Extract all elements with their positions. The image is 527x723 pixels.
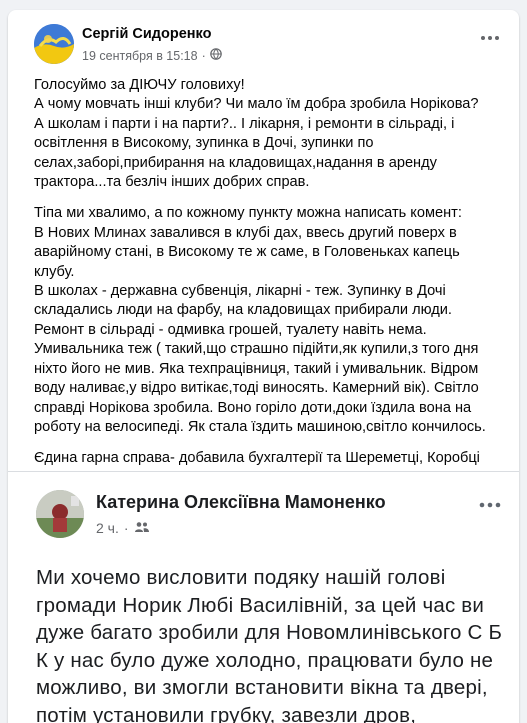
shared-post-text: Ми хочемо висловити подяку нашій голові … xyxy=(36,566,503,723)
post-timestamp[interactable]: 19 сентября в 15:18 xyxy=(82,49,198,63)
shared-screenshot[interactable]: Катерина Олексіївна Мамоненко 2 ч. · Ми … xyxy=(8,471,519,723)
shared-more-button xyxy=(479,492,501,510)
more-dots-icon xyxy=(480,24,500,46)
shared-author-name: Катерина Олексіївна Мамоненко xyxy=(96,492,386,512)
post-header: Сергій Сидоренко 19 сентября в 15:18 · xyxy=(34,24,504,68)
shared-meta: 2 ч. · xyxy=(96,520,150,536)
post-paragraph: Голосуймо за ДІЮЧУ головиху! А чому мовч… xyxy=(34,77,479,191)
post-card: Сергій Сидоренко 19 сентября в 15:18 · Г… xyxy=(8,10,519,723)
shared-author-avatar xyxy=(36,490,84,538)
globe-icon xyxy=(209,48,222,63)
more-dots-icon xyxy=(479,488,501,513)
author-name[interactable]: Сергій Сидоренко xyxy=(82,26,211,42)
post-text: Голосуймо за ДІЮЧУ головиху! А чому мовч… xyxy=(34,76,504,488)
author-avatar[interactable] xyxy=(34,24,74,64)
shared-time: 2 ч. xyxy=(96,520,119,536)
meta-separator: · xyxy=(123,520,129,536)
more-options-button[interactable] xyxy=(476,26,504,50)
post-paragraph: Тіпа ми хвалимо, а по кожному пункту мож… xyxy=(34,205,486,435)
meta-separator: · xyxy=(201,48,206,63)
friends-icon xyxy=(134,520,150,536)
post-meta: 19 сентября в 15:18 · xyxy=(82,48,222,63)
